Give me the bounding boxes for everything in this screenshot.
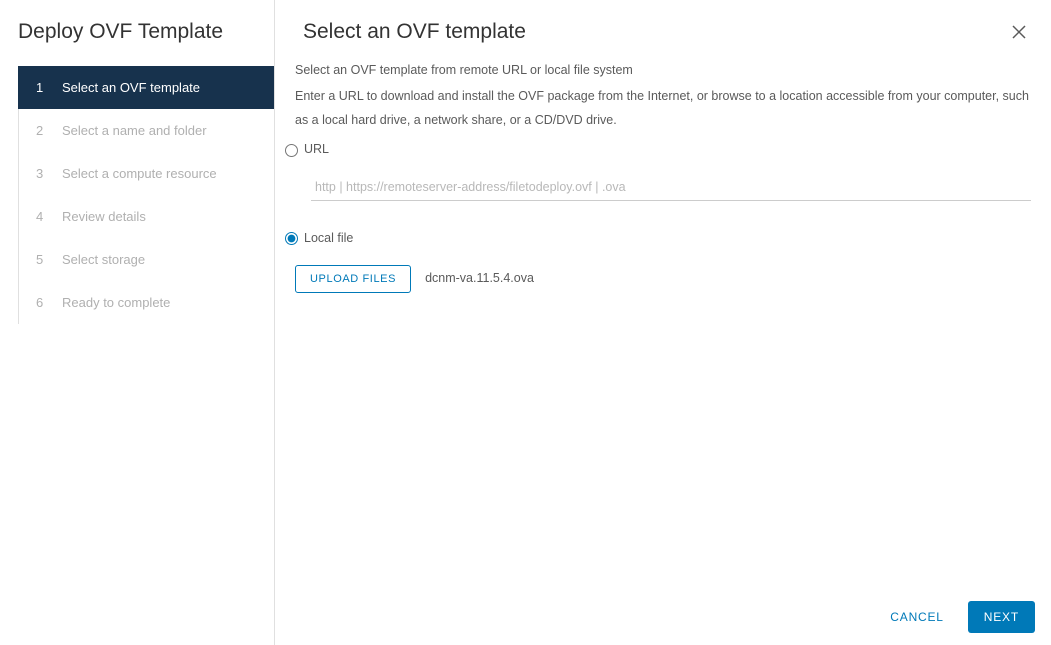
- step-select-ovf-template[interactable]: 1 Select an OVF template: [18, 66, 274, 109]
- step-number: 1: [36, 80, 50, 95]
- selected-file-name: dcnm-va.11.5.4.ova: [425, 267, 534, 291]
- source-radio-group: URL Local file UPLOAD FILES dcnm-va.11.5…: [295, 138, 1031, 293]
- main-content: Select an OVF template Select an OVF tem…: [275, 0, 1051, 645]
- step-select-compute-resource[interactable]: 3 Select a compute resource: [18, 152, 274, 195]
- wizard-title: Deploy OVF Template: [0, 20, 274, 66]
- file-upload-row: UPLOAD FILES dcnm-va.11.5.4.ova: [295, 265, 1031, 293]
- step-number: 3: [36, 166, 50, 181]
- step-label: Select a name and folder: [62, 123, 207, 138]
- step-number: 4: [36, 209, 50, 224]
- step-label: Ready to complete: [62, 295, 170, 310]
- url-radio[interactable]: [285, 144, 298, 157]
- step-number: 2: [36, 123, 50, 138]
- page-subtitle: Select an OVF template from remote URL o…: [295, 59, 1031, 83]
- wizard-sidebar: Deploy OVF Template 1 Select an OVF temp…: [0, 0, 275, 645]
- local-file-radio[interactable]: [285, 232, 298, 245]
- page-description: Enter a URL to download and install the …: [295, 85, 1031, 133]
- step-select-storage[interactable]: 5 Select storage: [18, 238, 274, 281]
- url-radio-label: URL: [304, 138, 329, 162]
- url-radio-row: URL: [285, 138, 1031, 162]
- page-title: Select an OVF template: [303, 20, 526, 44]
- step-label: Review details: [62, 209, 146, 224]
- main-header: Select an OVF template: [275, 0, 1051, 49]
- url-input[interactable]: [311, 174, 1031, 201]
- step-select-name-folder[interactable]: 2 Select a name and folder: [18, 109, 274, 152]
- step-number: 6: [36, 295, 50, 310]
- step-label: Select a compute resource: [62, 166, 217, 181]
- cancel-button[interactable]: CANCEL: [884, 602, 949, 632]
- step-label: Select storage: [62, 252, 145, 267]
- main-body: Select an OVF template from remote URL o…: [275, 49, 1051, 293]
- upload-files-button[interactable]: UPLOAD FILES: [295, 265, 411, 293]
- step-number: 5: [36, 252, 50, 267]
- step-label: Select an OVF template: [62, 80, 200, 95]
- close-icon[interactable]: [1007, 20, 1031, 49]
- local-file-radio-label: Local file: [304, 227, 353, 251]
- step-review-details[interactable]: 4 Review details: [18, 195, 274, 238]
- wizard-steps: 1 Select an OVF template 2 Select a name…: [18, 66, 274, 324]
- step-ready-to-complete[interactable]: 6 Ready to complete: [18, 281, 274, 324]
- next-button[interactable]: NEXT: [968, 601, 1035, 633]
- wizard-footer: CANCEL NEXT: [884, 601, 1035, 633]
- local-file-radio-row: Local file: [285, 227, 1031, 251]
